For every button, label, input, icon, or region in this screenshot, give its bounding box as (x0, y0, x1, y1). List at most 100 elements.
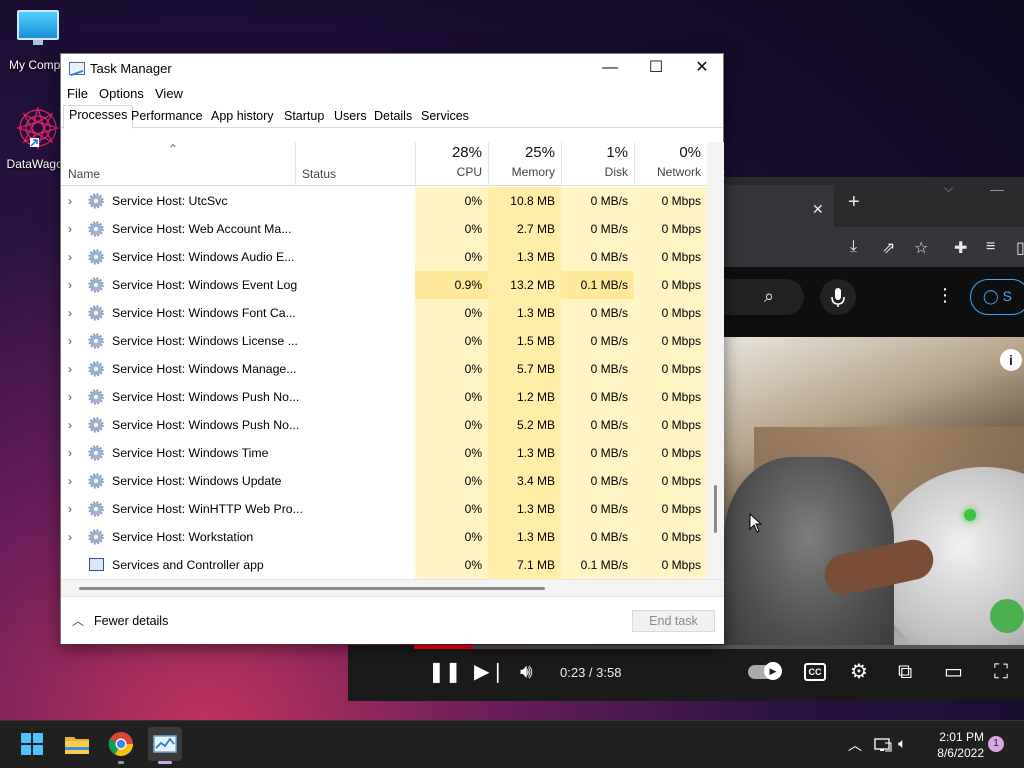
process-row[interactable]: › Service Host: Windows Update 0% 3.4 MB 0 M… (61, 467, 707, 495)
search-button[interactable]: ⌕ (724, 279, 804, 315)
tab-processes[interactable]: Processes (63, 105, 134, 129)
horizontal-scrollbar[interactable] (61, 579, 724, 596)
new-tab-icon[interactable]: + (848, 191, 860, 214)
volume-icon[interactable]: 🔈︎ (898, 735, 906, 752)
column-memory[interactable]: 25% Memory (488, 142, 561, 186)
vertical-scroll-thumb[interactable] (714, 485, 717, 533)
process-row[interactable]: › Service Host: Windows Push No... 0% 1.2 M… (61, 383, 707, 411)
close-tab-icon[interactable]: ✕ (812, 201, 824, 218)
autoplay-toggle[interactable] (748, 662, 782, 680)
network-value: 0 Mbps (634, 551, 707, 579)
start-icon[interactable] (17, 729, 47, 759)
menu-file[interactable]: File (67, 86, 88, 101)
miniplayer-icon[interactable]: ⧉ (898, 661, 912, 683)
video-player[interactable]: i (724, 337, 1024, 647)
fewer-details-link[interactable]: Fewer details (94, 614, 168, 628)
process-row[interactable]: › Service Host: Windows License ... 0% 1.5 … (61, 327, 707, 355)
expand-chevron-icon[interactable]: › (68, 327, 72, 355)
chevron-up-icon[interactable]: ︿ (72, 612, 84, 629)
footer: ︿ Fewer details End task (61, 596, 724, 644)
process-row[interactable]: › Service Host: Windows Font Ca... 0% 1.3 M… (61, 299, 707, 327)
expand-chevron-icon[interactable]: › (68, 383, 72, 411)
process-row[interactable]: › Service Host: Windows Audio E... 0% 1.3 M… (61, 243, 707, 271)
task-manager-active-indicator (158, 761, 172, 764)
column-status[interactable]: Status (295, 142, 415, 186)
process-row[interactable]: › Service Host: Windows Push No... 0% 5.2 M… (61, 411, 707, 439)
bookmark-star-icon[interactable]: ☆ (914, 238, 928, 258)
column-cpu[interactable]: 28% CPU (415, 142, 488, 186)
minimize-button[interactable]: — (587, 54, 633, 82)
disk-value: 0 MB/s (561, 439, 634, 467)
expand-chevron-icon[interactable]: › (68, 243, 72, 271)
browser-window[interactable]: ✕ + ⌵ — ⤓ ⇗ ☆ ✚ ≡ ▯ ✕ ⌕ ⋮ ◯ S i (724, 177, 1024, 647)
vertical-scrollbar[interactable] (707, 142, 724, 579)
captions-icon[interactable]: CC (804, 663, 826, 681)
expand-chevron-icon[interactable]: › (68, 355, 72, 383)
expand-chevron-icon[interactable]: › (68, 215, 72, 243)
voice-search-button[interactable] (820, 279, 856, 315)
settings-gear-icon[interactable]: ⚙ (850, 661, 868, 683)
process-row[interactable]: › Service Host: Web Account Ma... 0% 2.7 MB… (61, 215, 707, 243)
theater-mode-icon[interactable]: ▭ (944, 661, 963, 683)
pause-icon[interactable]: ❚❚ (428, 661, 462, 683)
process-row[interactable]: › Service Host: Windows Manage... 0% 5.7 MB… (61, 355, 707, 383)
side-panel-icon[interactable]: ▯ (1016, 238, 1024, 258)
tab-services[interactable]: Services (421, 106, 469, 128)
fullscreen-icon[interactable]: ⛶ (994, 661, 1008, 683)
network-icon[interactable] (874, 737, 892, 753)
expand-chevron-icon[interactable]: › (68, 495, 72, 523)
tab-details[interactable]: Details (374, 106, 412, 128)
menu-bar: File Options View (61, 82, 723, 104)
subscribe-watermark-icon[interactable] (990, 599, 1024, 633)
process-row[interactable]: Services and Controller app 0% 7.1 MB 0.1 M… (61, 551, 707, 579)
process-row[interactable]: › Service Host: Windows Event Log 0.9% 13.2… (61, 271, 707, 299)
clock[interactable]: 2:01 PM 8/6/2022 (924, 729, 984, 761)
process-row[interactable]: › Service Host: Workstation 0% 1.3 MB 0 MB/s… (61, 523, 707, 551)
column-disk[interactable]: 1% Disk (561, 142, 634, 186)
expand-chevron-icon[interactable]: › (68, 411, 72, 439)
tab-startup[interactable]: Startup (284, 106, 324, 128)
more-options-icon[interactable]: ⋮ (936, 285, 954, 306)
task-manager-taskbar-button[interactable] (148, 727, 182, 761)
expand-chevron-icon[interactable]: › (68, 187, 72, 215)
next-icon[interactable]: ▶❘ (474, 661, 506, 683)
column-header: ⌃ Name Status 28% CPU 25% Memory 1% Disk… (61, 142, 725, 186)
process-row[interactable]: › Service Host: Windows Time 0% 1.3 MB 0 MB/… (61, 439, 707, 467)
title-bar[interactable]: Task Manager — ☐ ✕ (61, 54, 723, 82)
column-network[interactable]: 0% Network (634, 142, 707, 186)
expand-chevron-icon[interactable]: › (68, 467, 72, 495)
tab-search-icon[interactable]: ⌵ (944, 181, 953, 196)
video-progress-bar[interactable] (414, 645, 1024, 649)
minimize-icon[interactable]: — (990, 181, 1004, 197)
tab-users[interactable]: Users (334, 106, 367, 128)
tab-app-history[interactable]: App history (211, 106, 274, 128)
task-manager-window[interactable]: Task Manager — ☐ ✕ File Options View Pro… (60, 53, 725, 644)
tab-performance[interactable]: Performance (131, 106, 203, 128)
file-explorer-icon[interactable] (62, 729, 92, 759)
reading-list-icon[interactable]: ≡ (986, 238, 995, 256)
notification-badge[interactable]: 1 (988, 736, 1004, 752)
volume-icon[interactable]: 🔊︎ (520, 661, 533, 683)
info-icon[interactable]: i (1000, 349, 1022, 371)
menu-view[interactable]: View (155, 86, 183, 101)
process-row[interactable]: › Service Host: UtcSvc 0% 10.8 MB 0 MB/s 0 Mb… (61, 187, 707, 215)
close-button[interactable]: ✕ (679, 54, 725, 82)
sign-in-button[interactable]: ◯ S (970, 279, 1024, 315)
install-icon[interactable]: ⤓ (850, 238, 857, 256)
horizontal-scroll-thumb[interactable] (79, 587, 545, 590)
expand-chevron-icon[interactable]: › (68, 523, 72, 551)
expand-chevron-icon[interactable]: › (68, 439, 72, 467)
show-hidden-icons-chevron-icon[interactable]: ︿ (848, 735, 862, 755)
expand-chevron-icon[interactable]: › (68, 271, 72, 299)
process-row[interactable]: › Service Host: WinHTTP Web Pro... 0% 1.3 M… (61, 495, 707, 523)
end-task-button[interactable]: End task (632, 610, 715, 632)
maximize-button[interactable]: ☐ (633, 54, 679, 82)
extensions-icon[interactable]: ✚ (954, 238, 967, 258)
network-total: 0% (679, 144, 701, 161)
share-icon[interactable]: ⇗ (882, 238, 895, 258)
chrome-icon[interactable] (106, 729, 136, 759)
column-name[interactable]: Name (68, 167, 100, 181)
expand-chevron-icon[interactable]: › (68, 299, 72, 327)
browser-tab[interactable]: ✕ (724, 185, 834, 227)
menu-options[interactable]: Options (99, 86, 144, 101)
